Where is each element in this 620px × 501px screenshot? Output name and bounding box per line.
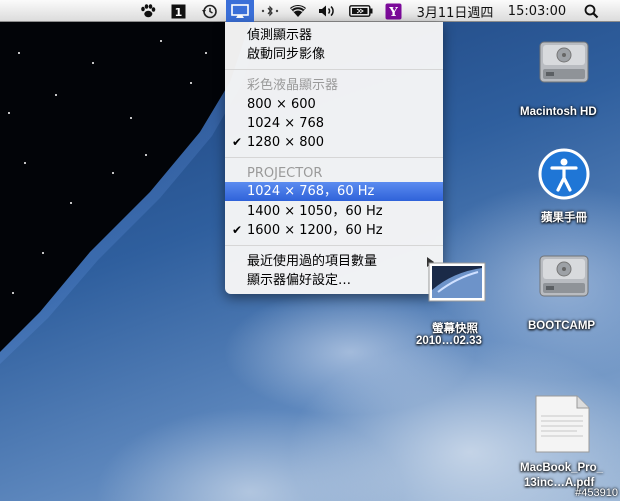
svg-text:1: 1 xyxy=(174,6,182,19)
screenshot-label-2: 2010…02.33 xyxy=(416,335,482,347)
svg-text:Y: Y xyxy=(388,5,398,19)
mirror-displays-item[interactable]: 啟動同步影像 xyxy=(225,45,443,64)
projector-section-header: PROJECTOR xyxy=(247,166,323,181)
menubar-clock[interactable]: 15:03:00 xyxy=(504,0,570,22)
screenshot-icon[interactable] xyxy=(428,262,486,302)
watermark: #453910 xyxy=(575,487,618,499)
displays-icon[interactable] xyxy=(226,0,254,22)
menu-separator xyxy=(225,69,443,70)
pdf-label: MacBook_Pro_ xyxy=(520,462,604,474)
lcd-resolution-1024[interactable]: 1024 × 768 xyxy=(225,114,443,133)
projector-resolution-1024[interactable]: 1024 × 768，60 Hz xyxy=(225,182,443,201)
bluetooth-icon[interactable] xyxy=(258,0,282,22)
lcd-section-header: 彩色液晶顯示器 xyxy=(247,78,339,93)
apple-manual-label: 蘋果手冊 xyxy=(541,212,587,224)
menu-bar: 1 Y 3月11日週四 15:03:00 xyxy=(0,0,620,22)
bootcamp-drive-icon[interactable] xyxy=(536,250,592,306)
displays-menu: 偵測顯示器 啟動同步影像 彩色液晶顯示器 800 × 600 1024 × 76… xyxy=(225,22,443,294)
paw-icon[interactable] xyxy=(138,0,158,22)
lcd-resolution-800[interactable]: 800 × 600 xyxy=(225,95,443,114)
menu-separator xyxy=(225,245,443,246)
submenu-label: 最近使用過的項目數量 xyxy=(247,254,378,269)
resolution-label: 1024 × 768 xyxy=(247,116,325,131)
display-preferences-item[interactable]: 顯示器偏好設定… xyxy=(225,271,443,290)
checkmark-icon: ✔ xyxy=(232,223,243,237)
time-machine-icon[interactable] xyxy=(198,0,220,22)
macintosh-hd-icon[interactable] xyxy=(536,36,592,92)
projector-resolution-1600[interactable]: ✔ 1600 × 1200，60 Hz xyxy=(225,221,443,240)
resolution-label: 1024 × 768，60 Hz xyxy=(247,184,375,199)
checkmark-icon: ✔ xyxy=(232,135,243,149)
menu-separator xyxy=(225,157,443,158)
battery-icon[interactable] xyxy=(346,0,376,22)
macintosh-hd-label: Macintosh HD xyxy=(520,106,597,118)
recent-items-submenu[interactable]: 最近使用過的項目數量 xyxy=(225,252,443,271)
resolution-label: 800 × 600 xyxy=(247,97,316,112)
spaces-icon[interactable]: 1 xyxy=(168,0,188,22)
projector-resolution-1400[interactable]: 1400 × 1050，60 Hz xyxy=(225,202,443,221)
resolution-label: 1600 × 1200，60 Hz xyxy=(247,223,383,238)
accessibility-icon[interactable] xyxy=(536,148,592,204)
volume-icon[interactable] xyxy=(316,0,338,22)
screenshot-label: 螢幕快照 xyxy=(432,323,478,335)
wifi-icon[interactable] xyxy=(286,0,310,22)
detect-displays-item[interactable]: 偵測顯示器 xyxy=(225,26,443,45)
yahoo-icon[interactable]: Y xyxy=(382,0,404,22)
spotlight-icon[interactable] xyxy=(580,0,602,22)
resolution-label: 1400 × 1050，60 Hz xyxy=(247,204,383,219)
pdf-document-icon[interactable] xyxy=(533,394,591,454)
lcd-resolution-1280[interactable]: ✔ 1280 × 800 xyxy=(225,133,443,152)
menubar-date[interactable]: 3月11日週四 xyxy=(412,0,498,22)
bootcamp-label: BOOTCAMP xyxy=(528,320,596,332)
resolution-label: 1280 × 800 xyxy=(247,135,325,150)
